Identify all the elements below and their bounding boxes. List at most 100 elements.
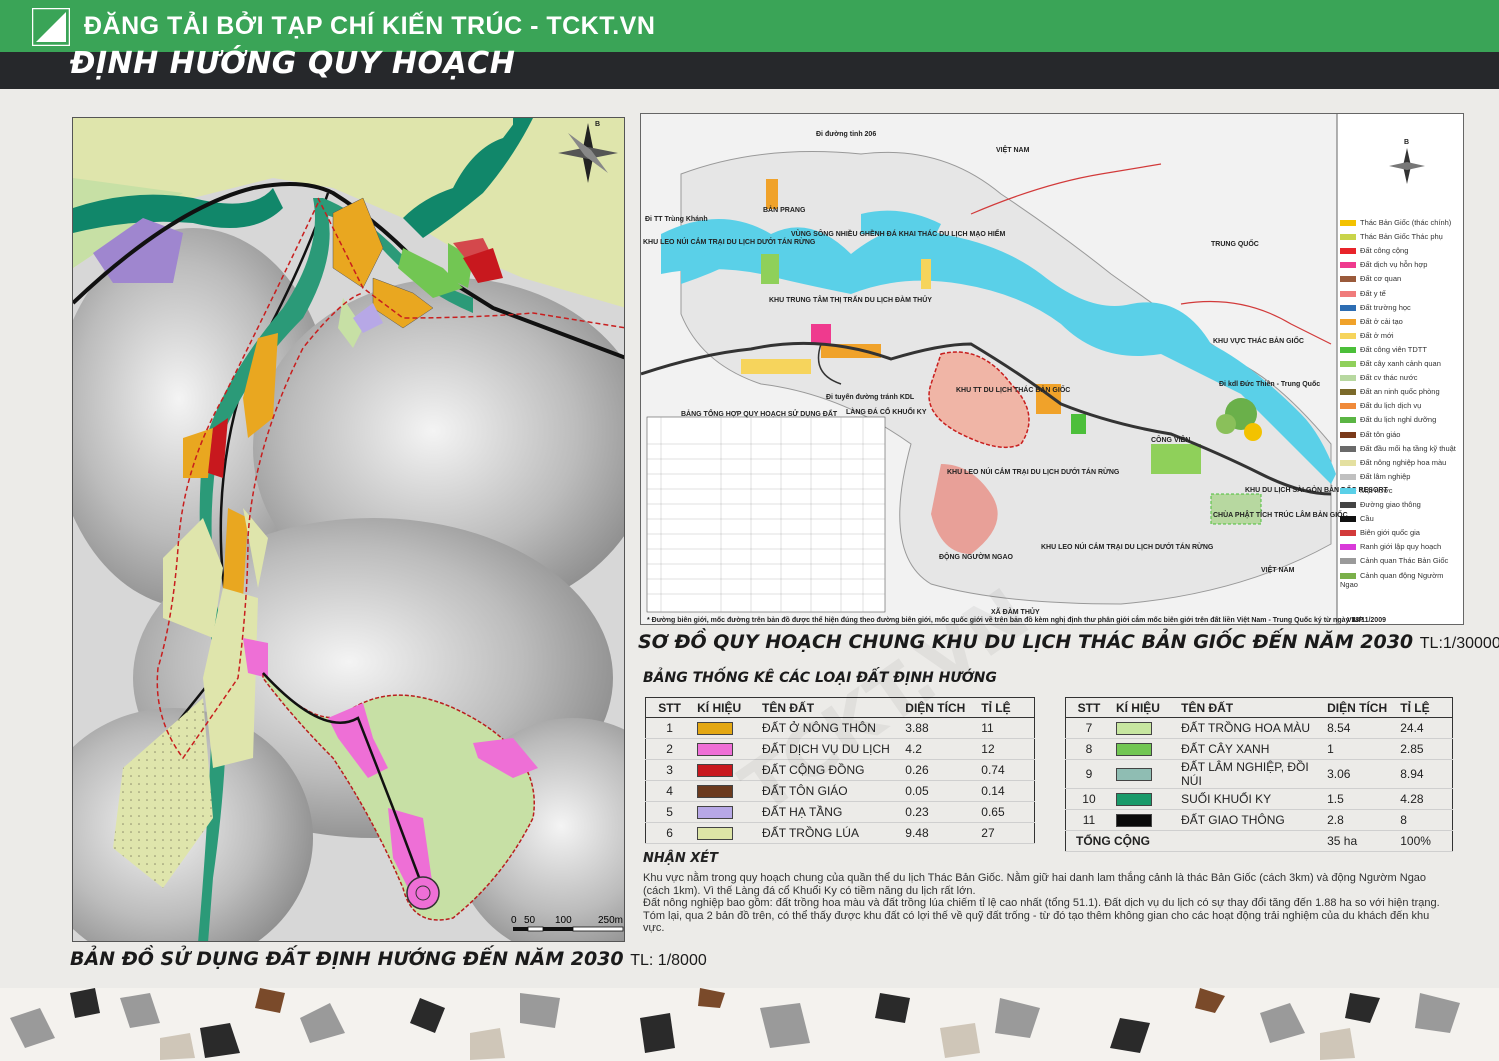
legend-label: Đất an ninh quốc phòng <box>1360 387 1440 397</box>
row-ratio: 8.94 <box>1396 759 1453 789</box>
row-symbol-swatch <box>693 801 759 823</box>
legend-swatch <box>1340 234 1356 241</box>
land-color-swatch <box>1115 814 1152 828</box>
legend-swatch <box>1340 487 1356 494</box>
legend-item: Đường giao thông <box>1340 500 1462 514</box>
row-area: 0.23 <box>901 801 978 823</box>
land-color-swatch <box>697 722 734 736</box>
right-map-scale: TL:1/30000 <box>1419 635 1499 652</box>
land-use-map: B 0 50 100 250m <box>72 117 625 942</box>
page-title: ĐỊNH HƯỚNG QUY HOẠCH <box>70 46 516 81</box>
legend-item: Đất dịch vụ hỗn hợp <box>1340 260 1462 274</box>
row-stt: 5 <box>645 801 694 823</box>
legend-swatch <box>1340 473 1356 480</box>
legend-swatch <box>1340 346 1356 353</box>
legend-swatch <box>1340 220 1356 227</box>
row-ratio: 2.85 <box>1396 738 1453 760</box>
legend-label: Ranh giới lập quy hoạch <box>1360 542 1442 552</box>
row-land-name: ĐẤT GIAO THÔNG <box>1177 809 1324 831</box>
row-ratio: 0.74 <box>977 759 1035 781</box>
label-camp-2: KHU LEO NÚI CẮM TRẠI DU LỊCH DƯỚI TÁN RỪ… <box>947 467 1120 476</box>
legend-item: Đất an ninh quốc phòng <box>1340 387 1462 401</box>
banner-text: ĐĂNG TẢI BỞI TẠP CHÍ KIẾN TRÚC - TCKT.VN <box>84 12 656 40</box>
legend-swatch <box>1340 375 1356 382</box>
header-area: DIỆN TÍCH <box>1323 697 1397 718</box>
legend-item: Đất cơ quan <box>1340 274 1462 288</box>
total-area: 35 ha <box>1323 830 1397 852</box>
legend-swatch <box>1340 544 1356 551</box>
legend-swatch <box>1340 431 1356 438</box>
legend-item: Đất cây xanh cảnh quan <box>1340 359 1462 373</box>
legend-label: Đất công viên TDTT <box>1360 344 1427 354</box>
row-ratio: 8 <box>1396 809 1453 831</box>
row-area: 4.2 <box>901 738 978 760</box>
label-ductien: Đi kdl Đức Thiên - Trung Quốc <box>1219 380 1320 388</box>
remark-paragraph-3: Tóm lại, qua 2 bản đồ trên, có thể thấy … <box>643 909 1430 935</box>
label-nguom-ngao: ĐỘNG NGƯỜM NGAO <box>939 552 1014 561</box>
legend-label: Đất y tế <box>1360 288 1386 298</box>
header-symbol: KÍ HIỆU <box>693 697 759 718</box>
land-color-swatch <box>697 764 734 778</box>
row-area: 2.8 <box>1323 809 1397 831</box>
table-row: 11 ĐẤT GIAO THÔNG 2.8 8 <box>1065 809 1453 831</box>
row-symbol-swatch <box>1111 717 1178 739</box>
legend-label: Đất du lịch nghỉ dưỡng <box>1360 415 1437 425</box>
legend-label: Thác Bản Giốc Thác phụ <box>1360 232 1443 242</box>
table-row: 5 ĐẤT HẠ TẦNG 0.23 0.65 <box>645 801 1035 823</box>
scale-label-250: 250m <box>598 915 623 926</box>
label-vietnam-1: VIỆT NAM <box>996 145 1030 154</box>
legend-item: Biên giới quốc gia <box>1340 528 1462 542</box>
table-row: 10 SUỐI KHUỔI KY 1.5 4.28 <box>1065 788 1453 810</box>
header-ratio: TỈ LỆ <box>1396 697 1453 718</box>
viup-logo: VIUP <box>1347 617 1364 624</box>
stats-table-right: STT KÍ HIỆU TÊN ĐẤT DIỆN TÍCH TỈ LỆ 7 ĐẤT… <box>1065 697 1453 852</box>
row-area: 8.54 <box>1323 717 1397 739</box>
scale-label-100: 100 <box>555 915 572 926</box>
remark-paragraph-2: Đất nông nghiệp bao gồm: đất trồng hoa m… <box>643 897 1440 909</box>
land-color-swatch <box>697 806 734 820</box>
row-symbol-swatch <box>1111 738 1178 760</box>
land-color-swatch <box>697 827 734 841</box>
row-symbol-swatch <box>1111 759 1178 789</box>
label-camp-3: KHU LEO NÚI CẮM TRẠI DU LỊCH DƯỚI TÁN RỪ… <box>1041 542 1214 551</box>
terrazzo-pattern <box>10 988 1460 1060</box>
row-symbol-swatch <box>693 717 759 739</box>
scale-bar: 0 50 100 250m <box>511 915 624 932</box>
legend-swatch <box>1340 290 1356 297</box>
legend-label: Đường giao thông <box>1360 500 1421 509</box>
legend-swatch <box>1340 304 1356 311</box>
legend-label: Đất cây xanh cảnh quan <box>1360 359 1441 368</box>
remark-paragraph-1: Khu vực nằm trong quy hoạch chung của qu… <box>643 872 1427 897</box>
row-area: 1.5 <box>1323 788 1397 810</box>
row-ratio: 11 <box>977 717 1035 739</box>
row-symbol-swatch <box>693 822 759 844</box>
legend-swatch <box>1340 403 1356 410</box>
legend-label: Cảnh quan Thác Bản Giốc <box>1360 556 1449 566</box>
legend-swatch <box>1340 558 1356 565</box>
header-name: TÊN ĐẤT <box>1177 697 1324 718</box>
legend-swatch <box>1340 530 1356 537</box>
total-ratio: 100% <box>1396 830 1453 852</box>
label-bypass: Đi tuyến đường tránh KDL <box>826 393 915 401</box>
row-stt: 11 <box>1065 809 1112 831</box>
table-row: 7 ĐẤT TRỒNG HOA MÀU 8.54 24.4 <box>1065 717 1453 739</box>
land-color-swatch <box>1115 793 1152 807</box>
land-color-swatch <box>697 785 734 799</box>
row-stt: 1 <box>645 717 694 739</box>
remarks-body: Khu vực nằm trong quy hoạch chung của qu… <box>643 872 1453 935</box>
row-symbol-swatch <box>1111 809 1178 831</box>
left-map-caption-text: BẢN ĐỒ SỬ DỤNG ĐẤT ĐỊNH HƯỚNG ĐẾN NĂM 20… <box>70 948 624 970</box>
right-map-caption: SƠ ĐỒ QUY HOẠCH CHUNG KHU DU LỊCH THÁC B… <box>638 631 1499 653</box>
legend-item: Cảnh quan động Ngườm Ngao <box>1340 571 1462 589</box>
total-row: TỔNG CỘNG 35 ha 100% <box>1065 830 1453 852</box>
legend-label: Đất tôn giáo <box>1360 429 1401 439</box>
legend-item: Đất ở mới <box>1340 331 1462 345</box>
row-stt: 4 <box>645 780 694 802</box>
legend-item: Đất đầu mối hạ tầng kỹ thuật <box>1340 444 1462 458</box>
row-land-name: SUỐI KHUỔI KY <box>1177 788 1324 810</box>
legend-label: Đất cơ quan <box>1360 274 1402 284</box>
legend-item: Cảnh quan Thác Bản Giốc <box>1340 556 1462 570</box>
row-area: 9.48 <box>901 822 978 844</box>
row-area: 3.06 <box>1323 759 1397 789</box>
row-ratio: 4.28 <box>1396 788 1453 810</box>
